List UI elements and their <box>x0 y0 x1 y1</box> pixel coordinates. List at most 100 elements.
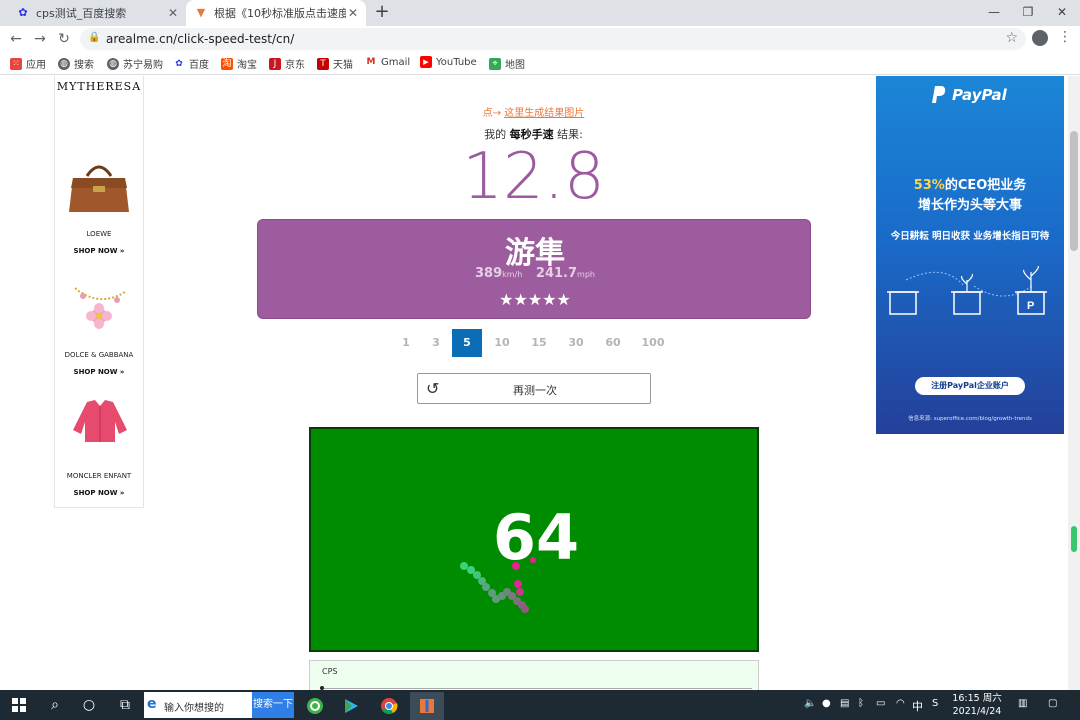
restore-button[interactable]: ❐ <box>1012 2 1044 22</box>
tmall-icon: T <box>317 57 329 70</box>
cortana-icon[interactable]: ○ <box>72 690 106 720</box>
register-paypal-button[interactable]: 注册PayPal企业账户 <box>915 377 1025 395</box>
retry-label: 再测一次 <box>513 384 557 397</box>
bookmark-gmail[interactable]: M Gmail <box>365 56 410 68</box>
ad-item-name: LOEWE <box>86 230 112 238</box>
tab-strip: ✿ cps测试_百度搜索 ✕ ▼ 根据《10秒标准版点击速度》测试 ✕ + — … <box>0 0 1080 26</box>
bookmark-apps[interactable]: ⁙ 应用 <box>10 56 46 71</box>
shop-now-link[interactable]: SHOP NOW » <box>55 489 143 497</box>
close-tab-icon[interactable]: ✕ <box>166 6 180 20</box>
time-option-5[interactable]: 5 <box>452 329 482 357</box>
lock-icon: 🔒 <box>88 32 101 43</box>
minimize-button[interactable]: — <box>978 2 1010 22</box>
svg-text:P: P <box>1027 300 1034 312</box>
window-close-button[interactable]: ✕ <box>1046 2 1078 22</box>
sogou-icon[interactable]: S <box>932 698 938 709</box>
time-option-10[interactable]: 10 <box>487 329 517 357</box>
ad-headline: 53%的CEO把业务 增长作为头等大事 <box>913 178 1027 213</box>
time-option-30[interactable]: 30 <box>561 329 591 357</box>
bookmark-star-icon[interactable]: ☆ <box>1005 30 1018 46</box>
bookmark-search[interactable]: ◍ 搜索 <box>58 56 94 71</box>
bookmarks-bar: ⁙ 应用 ◍ 搜索 ◍ 苏宁易购 ✿ 百度 淘 淘宝 J 京东 T 天猫 M G… <box>0 53 1080 75</box>
wifi-icon[interactable]: ◠ <box>896 698 905 709</box>
page-scrollbar[interactable] <box>1068 76 1080 690</box>
clipboard-icon[interactable]: ▤ <box>840 698 849 709</box>
bookmark-suning[interactable]: ◍ 苏宁易购 <box>107 56 163 71</box>
app-360-icon[interactable] <box>298 692 332 720</box>
gmail-icon: M <box>365 56 377 68</box>
shop-now-link[interactable]: SHOP NOW » <box>55 247 143 255</box>
menu-dots-icon[interactable]: ⋮ <box>1058 29 1072 45</box>
youtube-icon: ▶ <box>420 56 432 68</box>
bluetooth-icon[interactable]: ᛒ <box>858 698 864 709</box>
ime-indicator[interactable]: 中 <box>912 698 923 714</box>
close-tab-icon[interactable]: ✕ <box>346 6 360 20</box>
time-option-60[interactable]: 60 <box>598 329 628 357</box>
click-area[interactable]: 64 <box>309 427 759 652</box>
apps-grid-icon: ⁙ <box>10 57 22 70</box>
time-option-15[interactable]: 15 <box>524 329 554 357</box>
bracelet-image <box>74 287 126 329</box>
retry-button[interactable]: ↺ 再测一次 <box>417 373 651 404</box>
scroll-thumb[interactable] <box>1070 131 1078 251</box>
ad-item-name: MONCLER ENFANT <box>66 472 132 480</box>
bookmark-jd[interactable]: J 京东 <box>269 56 305 71</box>
back-arrow-icon[interactable]: ← <box>6 29 26 49</box>
new-tab-button[interactable]: + <box>372 2 392 22</box>
notification-icon[interactable]: ▢ <box>1048 698 1057 709</box>
time-option-1[interactable]: 1 <box>391 329 421 357</box>
system-clock[interactable]: 16:15 周六 2021/4/24 <box>952 692 1002 718</box>
chrome-icon[interactable] <box>372 692 406 720</box>
maps-icon: ⌖ <box>489 57 501 70</box>
search-placeholder: 输入你想搜的 <box>164 703 224 714</box>
battery-icon[interactable]: ▭ <box>876 698 885 709</box>
tab-title: 根据《10秒标准版点击速度》测试 <box>214 7 346 20</box>
forward-arrow-icon[interactable]: → <box>30 29 50 49</box>
bookmark-tmall[interactable]: T 天猫 <box>317 56 353 71</box>
task-view-icon[interactable]: ⧉ <box>108 690 142 720</box>
jd-icon: J <box>269 57 281 70</box>
profile-avatar-icon[interactable] <box>1032 30 1048 46</box>
jacket-image <box>73 400 127 442</box>
bookmark-taobao[interactable]: 淘 淘宝 <box>221 56 257 71</box>
baidu-paw-icon: ✿ <box>18 6 28 19</box>
reload-icon[interactable]: ↻ <box>54 29 74 49</box>
notes-icon[interactable]: ▥ <box>1018 698 1027 709</box>
play-store-icon[interactable] <box>334 692 368 720</box>
bookmark-youtube[interactable]: ▶ YouTube <box>420 56 477 68</box>
tab-baidu-search[interactable]: ✿ cps测试_百度搜索 ✕ <box>8 0 186 26</box>
rank-card: 游隼 389km/h 241.7mph ★★★★★ <box>257 219 811 319</box>
paypal-ad[interactable]: PayPal 53%的CEO把业务 增长作为头等大事 今日耕耘 明日收获 业务增… <box>876 76 1064 434</box>
globe-icon: ◍ <box>58 57 70 70</box>
paypal-logo-text: PayPal <box>952 86 1007 104</box>
time-option-3[interactable]: 3 <box>421 329 451 357</box>
search-icon[interactable]: ⌕ <box>38 690 72 720</box>
globe-icon: ◍ <box>107 57 119 70</box>
chart-axis <box>322 688 752 689</box>
windows-taskbar: ⌕ ○ ⧉ e 输入你想搜的 搜索一下 🔈 ● ▤ ᛒ ▭ ◠ 中 S 16:1… <box>0 690 1080 720</box>
ad-subline: 今日耕耘 明日收获 业务增长指日可待 <box>890 231 1050 242</box>
ad-source: 信息来源: superoffice.com/blog/growth-trends <box>908 416 1032 422</box>
page-content: MYTHERESA LOEWE SHOP NOW » DOLCE & GABBA… <box>0 76 1068 690</box>
green-tray-icon[interactable]: ● <box>822 698 831 709</box>
speed-readout: 389km/h 241.7mph <box>475 266 595 281</box>
bookmark-maps[interactable]: ⌖ 地图 <box>489 56 525 71</box>
taskbar-search-box[interactable]: e 输入你想搜的 搜索一下 <box>144 692 294 718</box>
url-text: arealme.cn/click-speed-test/cn/ <box>106 32 295 46</box>
volume-icon[interactable]: 🔈 <box>804 698 816 709</box>
chart-label: CPS <box>322 667 338 676</box>
bookmark-baidu[interactable]: ✿ 百度 <box>173 56 209 71</box>
tab-click-speed-test[interactable]: ▼ 根据《10秒标准版点击速度》测试 ✕ <box>186 0 366 26</box>
ie-icon: e <box>147 696 157 712</box>
generate-image-link[interactable]: 点→ 这里生成结果图片 <box>256 104 811 119</box>
address-bar[interactable]: 🔒 arealme.cn/click-speed-test/cn/ ☆ <box>80 28 1026 50</box>
taobao-icon: 淘 <box>221 57 233 70</box>
search-button[interactable]: 搜索一下 <box>252 692 294 718</box>
mytheresa-ad[interactable]: MYTHERESA LOEWE SHOP NOW » DOLCE & GABBA… <box>54 76 144 508</box>
time-option-100[interactable]: 100 <box>638 329 668 357</box>
shop-now-link[interactable]: SHOP NOW » <box>55 368 143 376</box>
windows-start-icon[interactable] <box>2 690 36 720</box>
handbag-image <box>69 165 129 212</box>
pinned-app-icon[interactable] <box>410 692 444 720</box>
browser-toolbar: ← → ↻ 🔒 arealme.cn/click-speed-test/cn/ … <box>0 26 1080 52</box>
